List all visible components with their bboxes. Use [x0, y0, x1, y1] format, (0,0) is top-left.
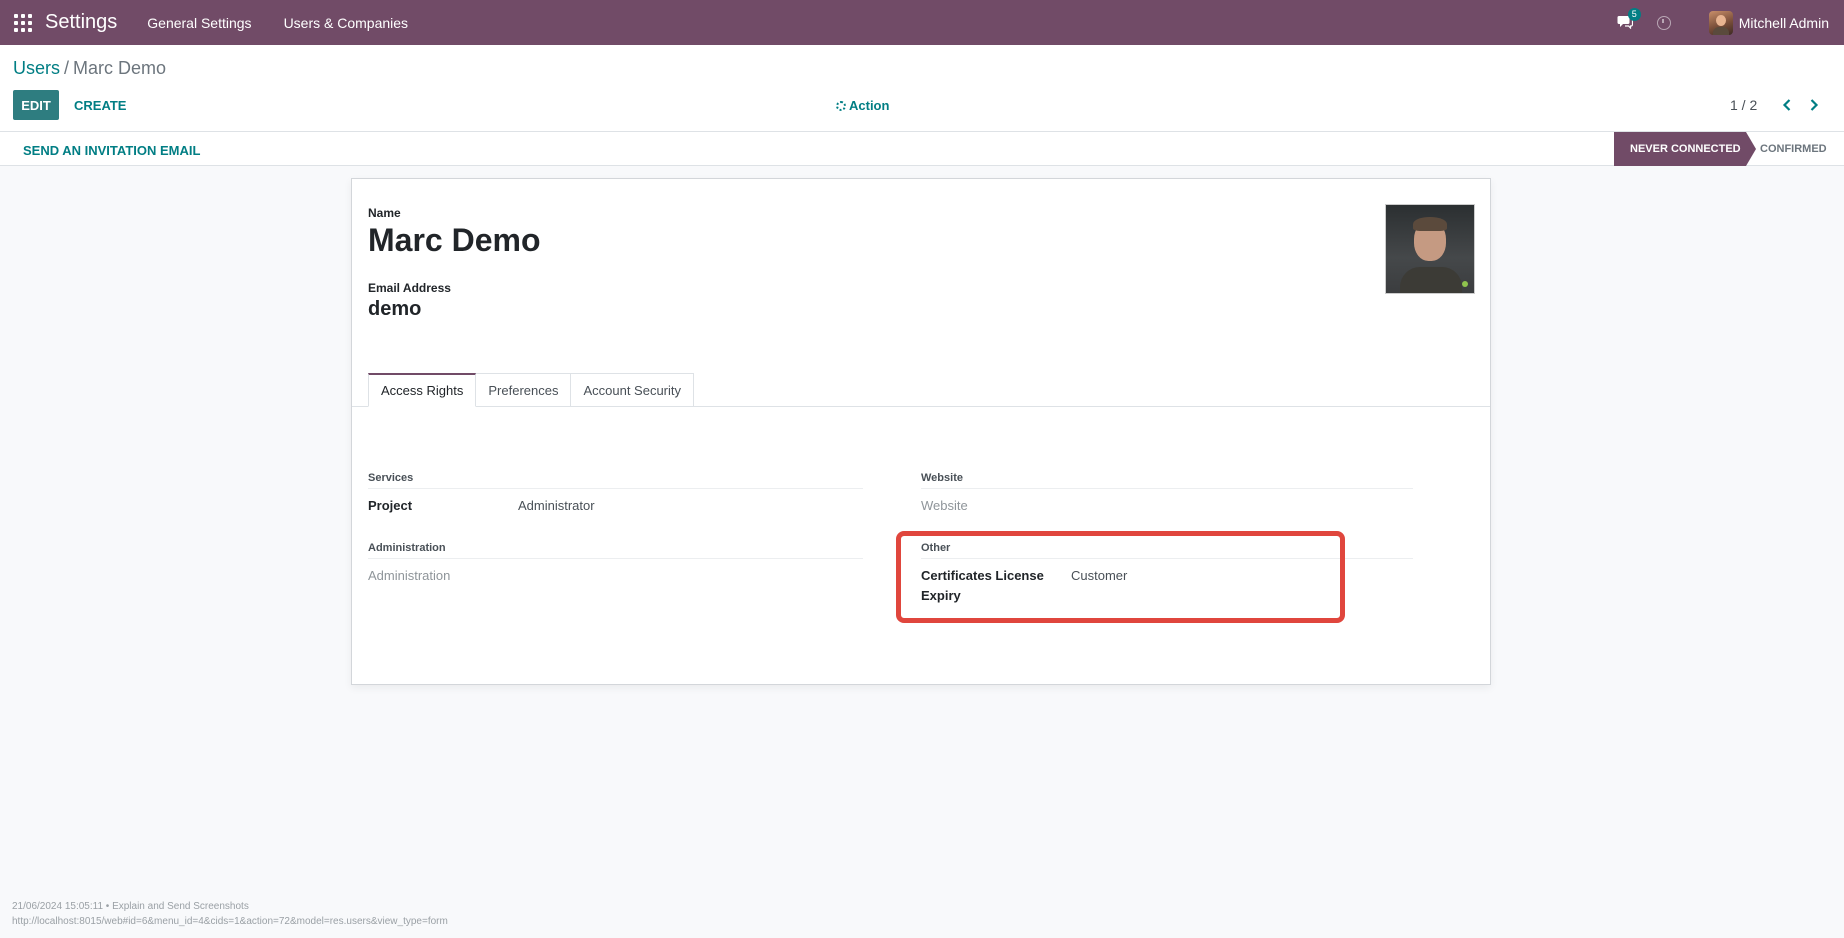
avatar [1708, 10, 1733, 35]
group-title-administration: Administration [368, 542, 446, 554]
email-label: Email Address [368, 281, 451, 295]
stamp-line-1: 21/06/2024 15:05:11 • Explain and Send S… [12, 901, 249, 912]
group-title-services: Services [368, 472, 414, 484]
clock-icon[interactable] [1656, 15, 1671, 30]
form-statusbar: SEND AN INVITATION EMAIL NEVER CONNECTED… [0, 132, 1844, 166]
project-label: Project [368, 498, 413, 513]
control-panel: Users / Marc Demo EDIT CREATE Action 1 / 2 [0, 45, 1844, 132]
certificates-license-label: Certificates License [921, 568, 1044, 583]
group-divider [368, 558, 863, 559]
create-button[interactable]: CREATE [64, 90, 136, 120]
email-value: demo [368, 298, 422, 320]
breadcrumb: Users / Marc Demo [13, 58, 166, 79]
tab-account-security[interactable]: Account Security [570, 373, 695, 407]
group-title-website: Website [921, 472, 963, 484]
website-field[interactable]: Website [921, 498, 968, 513]
form-sheet: Name Marc Demo Email Address demo Access… [351, 178, 1491, 685]
screenshot-stamp: 21/06/2024 15:05:11 • Explain and Send S… [12, 899, 448, 929]
stage-confirmed[interactable]: CONFIRMED [1760, 132, 1827, 166]
edit-button[interactable]: EDIT [13, 90, 59, 120]
project-value[interactable]: Administrator [518, 498, 595, 513]
breadcrumb-separator: / [64, 58, 70, 78]
form-tabs: Access Rights Preferences Account Securi… [368, 373, 695, 407]
group-divider [368, 488, 863, 489]
app-title[interactable]: Settings [45, 11, 117, 34]
tab-access-rights[interactable]: Access Rights [368, 373, 477, 407]
breadcrumb-users-link[interactable]: Users [13, 58, 60, 78]
user-name: Mitchell Admin [1738, 14, 1829, 31]
navbar-systray: 5 Mitchell Admin [1617, 0, 1829, 45]
certificates-license-label-expiry: Expiry [921, 588, 961, 603]
administration-field[interactable]: Administration [368, 568, 450, 583]
stamp-url: http://localhost:8015/web#id=6&menu_id=4… [12, 916, 448, 927]
group-divider [921, 558, 1413, 559]
user-photo[interactable] [1385, 204, 1475, 294]
certificates-license-value[interactable]: Customer [1071, 568, 1127, 583]
messages-count-badge: 5 [1627, 7, 1641, 21]
gear-icon [836, 100, 846, 111]
name-value: Marc Demo [368, 222, 541, 258]
chat-icon[interactable]: 5 [1617, 7, 1641, 31]
action-menu[interactable]: Action [836, 98, 889, 113]
tab-preferences[interactable]: Preferences [475, 373, 572, 407]
online-status-icon [1462, 281, 1468, 287]
menu-users-companies[interactable]: Users & Companies [284, 15, 409, 31]
pager-next-button[interactable] [1803, 94, 1825, 116]
stage-never-connected[interactable]: NEVER CONNECTED [1614, 132, 1756, 166]
user-menu[interactable]: Mitchell Admin [1708, 10, 1829, 35]
chevron-right-icon [1810, 99, 1819, 111]
pager-previous-button[interactable] [1776, 94, 1798, 116]
apps-grid-icon[interactable] [13, 13, 33, 33]
top-navbar: Settings General Settings Users & Compan… [0, 0, 1844, 45]
chevron-left-icon [1782, 99, 1791, 111]
pager-value[interactable]: 1 / 2 [1730, 97, 1757, 113]
group-title-other: Other [921, 542, 951, 554]
group-divider [921, 488, 1413, 489]
breadcrumb-current: Marc Demo [73, 58, 167, 78]
send-invitation-email-button[interactable]: SEND AN INVITATION EMAIL [13, 139, 210, 161]
menu-general-settings[interactable]: General Settings [147, 15, 251, 31]
name-label: Name [368, 206, 401, 220]
action-label: Action [849, 98, 890, 113]
